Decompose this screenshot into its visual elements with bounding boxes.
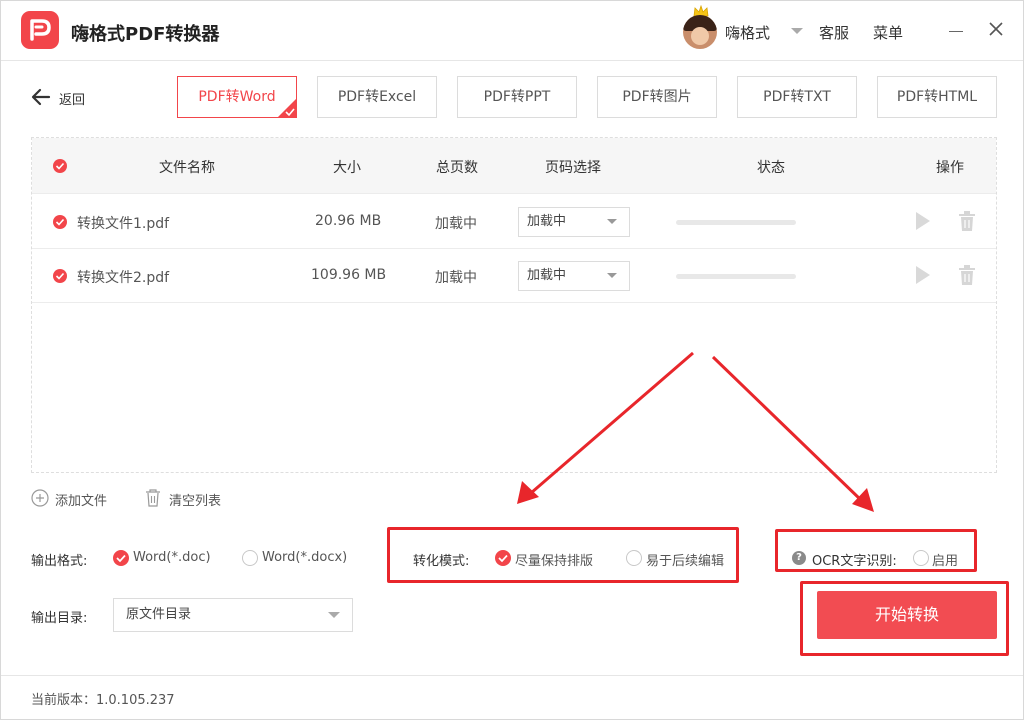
file-name: 转换文件1.pdf (77, 216, 170, 232)
arrow-left-icon (31, 88, 51, 106)
progress-bar (676, 220, 796, 225)
chevron-down-icon (607, 219, 617, 224)
output-format-label: 输出格式: (31, 554, 88, 569)
close-icon[interactable] (987, 20, 1005, 38)
play-icon[interactable] (916, 266, 930, 284)
trash-outline-icon (146, 489, 160, 507)
table-row: 转换文件1.pdf 20.96 MB 加载中 加载中 (32, 195, 996, 249)
tab-label: PDF转HTML (896, 89, 978, 105)
col-pages: 总页数 (436, 160, 478, 176)
tab-pdf-to-ppt[interactable]: PDF转PPT (457, 76, 577, 118)
menu-link[interactable]: 菜单 (873, 22, 903, 43)
annotation-box-mode (387, 527, 739, 583)
tab-label: PDF转Word (198, 89, 276, 105)
add-file-button[interactable]: 添加文件 (31, 489, 107, 509)
page-range-select[interactable]: 加载中 (518, 207, 630, 237)
annotation-box-ocr (775, 529, 977, 572)
add-file-label: 添加文件 (55, 494, 108, 509)
tab-label: PDF转PPT (483, 89, 551, 105)
tab-pdf-to-word[interactable]: PDF转Word (177, 76, 297, 118)
table-header: 文件名称 大小 总页数 页码选择 状态 操作 (32, 138, 996, 194)
tab-pdf-to-html[interactable]: PDF转HTML (877, 76, 997, 118)
row-checkbox[interactable] (53, 215, 67, 229)
output-dir-select[interactable]: 原文件目录 (113, 598, 353, 632)
back-label: 返回 (59, 93, 86, 108)
col-size: 大小 (333, 160, 361, 176)
avatar[interactable] (683, 15, 717, 49)
trash-icon[interactable] (959, 265, 975, 285)
col-status: 状态 (757, 160, 785, 176)
version-text: 当前版本：1.0.105.237 (31, 693, 175, 708)
tab-pdf-to-excel[interactable]: PDF转Excel (317, 76, 437, 118)
tab-label: PDF转Excel (337, 89, 417, 105)
format-doc-label[interactable]: Word(*.doc) (133, 550, 211, 565)
chevron-down-icon (328, 612, 340, 618)
user-name[interactable]: 嗨格式 (725, 22, 770, 43)
trash-icon[interactable] (959, 211, 975, 231)
chevron-down-icon[interactable] (791, 28, 803, 34)
format-docx-label[interactable]: Word(*.docx) (262, 550, 347, 565)
clear-list-label: 清空列表 (169, 494, 222, 509)
select-all-checkbox[interactable] (53, 159, 67, 173)
col-file-name: 文件名称 (159, 160, 215, 176)
minimize-icon[interactable] (949, 31, 963, 32)
tab-pdf-to-txt[interactable]: PDF转TXT (737, 76, 857, 118)
page-range-value: 加载中 (527, 268, 567, 283)
page-range-select[interactable]: 加载中 (518, 261, 630, 291)
output-dir-label: 输出目录: (31, 611, 88, 626)
format-docx-radio[interactable] (242, 550, 258, 566)
file-table: 文件名称 大小 总页数 页码选择 状态 操作 转换文件1.pdf 20.96 M… (31, 137, 997, 473)
app-title: 嗨格式PDF转换器 (71, 24, 220, 45)
check-corner-icon (277, 98, 297, 118)
plus-circle-icon (31, 489, 49, 507)
row-checkbox[interactable] (53, 269, 67, 283)
customer-service-link[interactable]: 客服 (819, 22, 849, 43)
file-name: 转换文件2.pdf (77, 270, 170, 286)
file-size: 20.96 MB (315, 213, 382, 229)
tab-label: PDF转TXT (763, 89, 831, 105)
format-doc-radio[interactable] (113, 550, 129, 566)
page-range-value: 加载中 (527, 214, 567, 229)
page-count: 加载中 (435, 270, 477, 286)
col-page-select: 页码选择 (545, 160, 601, 176)
page-count: 加载中 (435, 216, 477, 232)
progress-bar (676, 274, 796, 279)
chevron-down-icon (607, 273, 617, 278)
col-actions: 操作 (936, 160, 964, 176)
tab-pdf-to-image[interactable]: PDF转图片 (597, 76, 717, 118)
play-icon[interactable] (916, 212, 930, 230)
title-bar: 嗨格式PDF转换器 嗨格式 客服 菜单 (1, 1, 1023, 61)
clear-list-button[interactable]: 清空列表 (145, 489, 221, 509)
footer-divider (1, 675, 1023, 676)
annotation-box-start (800, 581, 1009, 656)
output-dir-value: 原文件目录 (126, 607, 192, 622)
table-row: 转换文件2.pdf 109.96 MB 加载中 加载中 (32, 249, 996, 303)
tab-label: PDF转图片 (622, 89, 692, 105)
file-size: 109.96 MB (311, 267, 387, 283)
app-logo-icon (21, 11, 59, 49)
app-window: 嗨格式PDF转换器 嗨格式 客服 菜单 返回 PDF转Word PDF转Exce… (0, 0, 1024, 720)
